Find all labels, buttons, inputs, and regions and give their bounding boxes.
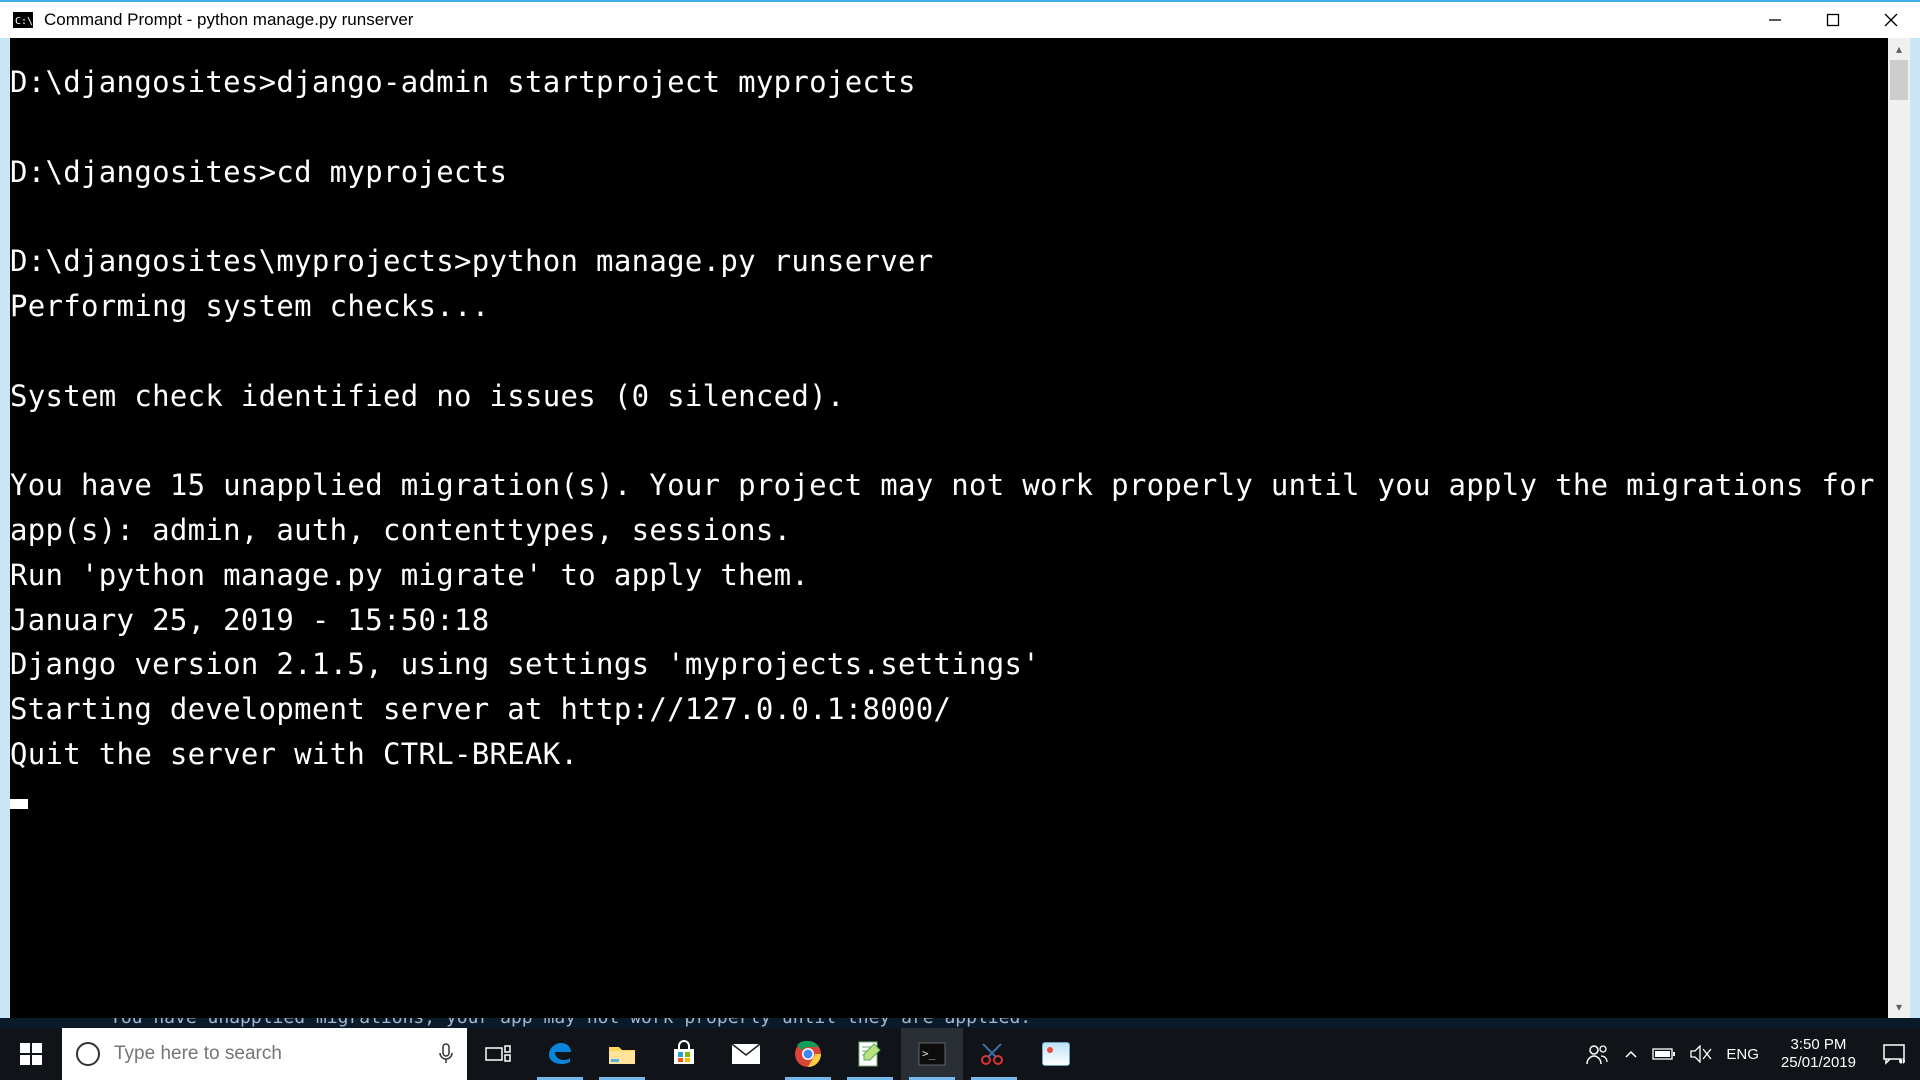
cortana-icon xyxy=(76,1042,100,1066)
window-title: Command Prompt - python manage.py runser… xyxy=(44,10,1746,30)
scroll-up-arrow[interactable]: ▴ xyxy=(1888,38,1910,60)
window-titlebar: C:\ Command Prompt - python manage.py ru… xyxy=(0,0,1920,38)
scroll-thumb[interactable] xyxy=(1890,60,1908,100)
battery-icon[interactable] xyxy=(1652,1047,1676,1061)
taskbar-chrome[interactable] xyxy=(777,1028,839,1080)
start-button[interactable] xyxy=(0,1028,62,1080)
svg-text:>_: >_ xyxy=(922,1047,936,1060)
cmd-icon: C:\ xyxy=(12,11,34,29)
vertical-scrollbar[interactable]: ▴ ▾ xyxy=(1888,38,1910,1018)
close-button[interactable] xyxy=(1862,2,1920,38)
maximize-button[interactable] xyxy=(1804,2,1862,38)
system-tray: ENG xyxy=(1576,1028,1769,1080)
taskbar-notepadpp[interactable] xyxy=(839,1028,901,1080)
terminal-output[interactable]: D:\djangosites>django-admin startproject… xyxy=(10,38,1888,1018)
tray-chevron-up-icon[interactable] xyxy=(1624,1047,1638,1061)
taskbar-store[interactable] xyxy=(653,1028,715,1080)
action-center-button[interactable]: 1 xyxy=(1868,1028,1920,1080)
task-view-button[interactable] xyxy=(467,1028,529,1080)
taskbar-paint[interactable] xyxy=(1025,1028,1087,1080)
svg-text:C:\: C:\ xyxy=(15,16,33,27)
taskbar-clock[interactable]: 3:50 PM 25/01/2019 xyxy=(1769,1028,1868,1080)
minimize-button[interactable] xyxy=(1746,2,1804,38)
clock-date: 25/01/2019 xyxy=(1781,1054,1856,1072)
svg-text:1: 1 xyxy=(1900,1057,1905,1065)
paint-icon xyxy=(1042,1042,1070,1066)
volume-muted-icon[interactable] xyxy=(1690,1045,1712,1063)
clock-time: 3:50 PM xyxy=(1791,1036,1847,1054)
taskbar-snipping-tool[interactable] xyxy=(963,1028,1025,1080)
people-icon[interactable] xyxy=(1586,1043,1610,1065)
background-window-text: You have unapplied migrations; your app … xyxy=(0,1018,1920,1028)
search-input[interactable] xyxy=(114,1043,425,1065)
terminal-cursor xyxy=(10,799,28,809)
microphone-icon[interactable] xyxy=(425,1043,467,1065)
terminal-container: D:\djangosites>django-admin startproject… xyxy=(0,38,1920,1018)
taskbar-edge[interactable] xyxy=(529,1028,591,1080)
taskbar-file-explorer[interactable] xyxy=(591,1028,653,1080)
taskbar-cmd[interactable]: >_ xyxy=(901,1028,963,1080)
taskbar-mail[interactable] xyxy=(715,1028,777,1080)
taskbar: >_ ENG 3:50 PM 25/01/2019 xyxy=(0,1028,1920,1080)
language-indicator[interactable]: ENG xyxy=(1726,1046,1759,1063)
taskbar-search[interactable] xyxy=(62,1028,467,1080)
scroll-down-arrow[interactable]: ▾ xyxy=(1888,996,1910,1018)
scroll-track[interactable] xyxy=(1888,60,1910,996)
